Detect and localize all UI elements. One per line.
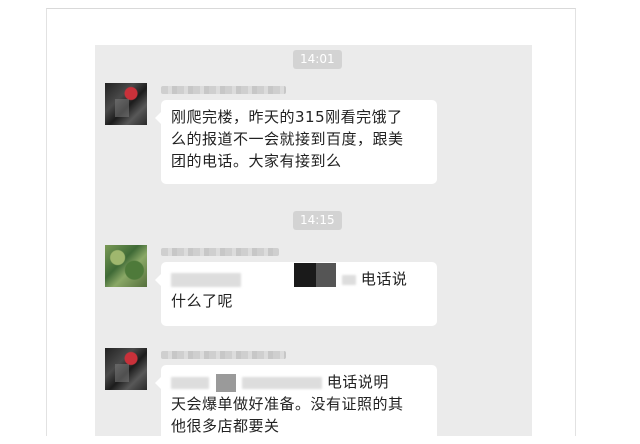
redacted-block <box>294 262 317 287</box>
redacted-text <box>171 376 209 389</box>
avatar[interactable] <box>105 245 147 287</box>
message-text: 刚爬完楼，昨天的315刚看完饿了 <box>171 108 403 126</box>
redacted-text <box>341 274 356 285</box>
sender-name-blurred <box>161 351 286 359</box>
timestamp: 14:01 <box>293 50 342 69</box>
redacted-block <box>216 373 237 392</box>
sender-name-blurred <box>161 248 279 256</box>
chat-area[interactable]: 14:01 刚爬完楼，昨天的315刚看完饿了 么的报道不一会就接到百度，跟美 团… <box>95 45 532 444</box>
redacted-block <box>316 262 337 287</box>
redacted-text <box>171 272 241 287</box>
message-text: 电话说明 <box>326 373 389 391</box>
sender-name-blurred <box>161 86 286 94</box>
message-bubble[interactable]: 电话说 什么了呢 <box>155 262 437 326</box>
message-text: 天会爆单做好准备。没有证照的其 <box>171 395 404 413</box>
message-text: 团的电话。大家有接到么 <box>171 152 342 170</box>
bottom-edge <box>0 436 640 444</box>
avatar[interactable] <box>105 83 147 125</box>
avatar[interactable] <box>105 348 147 390</box>
message-bubble[interactable]: 电话说明 天会爆单做好准备。没有证照的其 他很多店都要关 <box>155 365 437 444</box>
redacted-text <box>241 376 322 389</box>
message-text: 他很多店都要关 <box>171 417 280 435</box>
message-bubble[interactable]: 刚爬完楼，昨天的315刚看完饿了 么的报道不一会就接到百度，跟美 团的电话。大家… <box>155 100 437 184</box>
timestamp: 14:15 <box>293 211 342 230</box>
message-text: 么的报道不一会就接到百度，跟美 <box>171 130 404 148</box>
message-text: 什么了呢 <box>171 292 234 310</box>
message-text: 电话说 <box>360 270 408 288</box>
